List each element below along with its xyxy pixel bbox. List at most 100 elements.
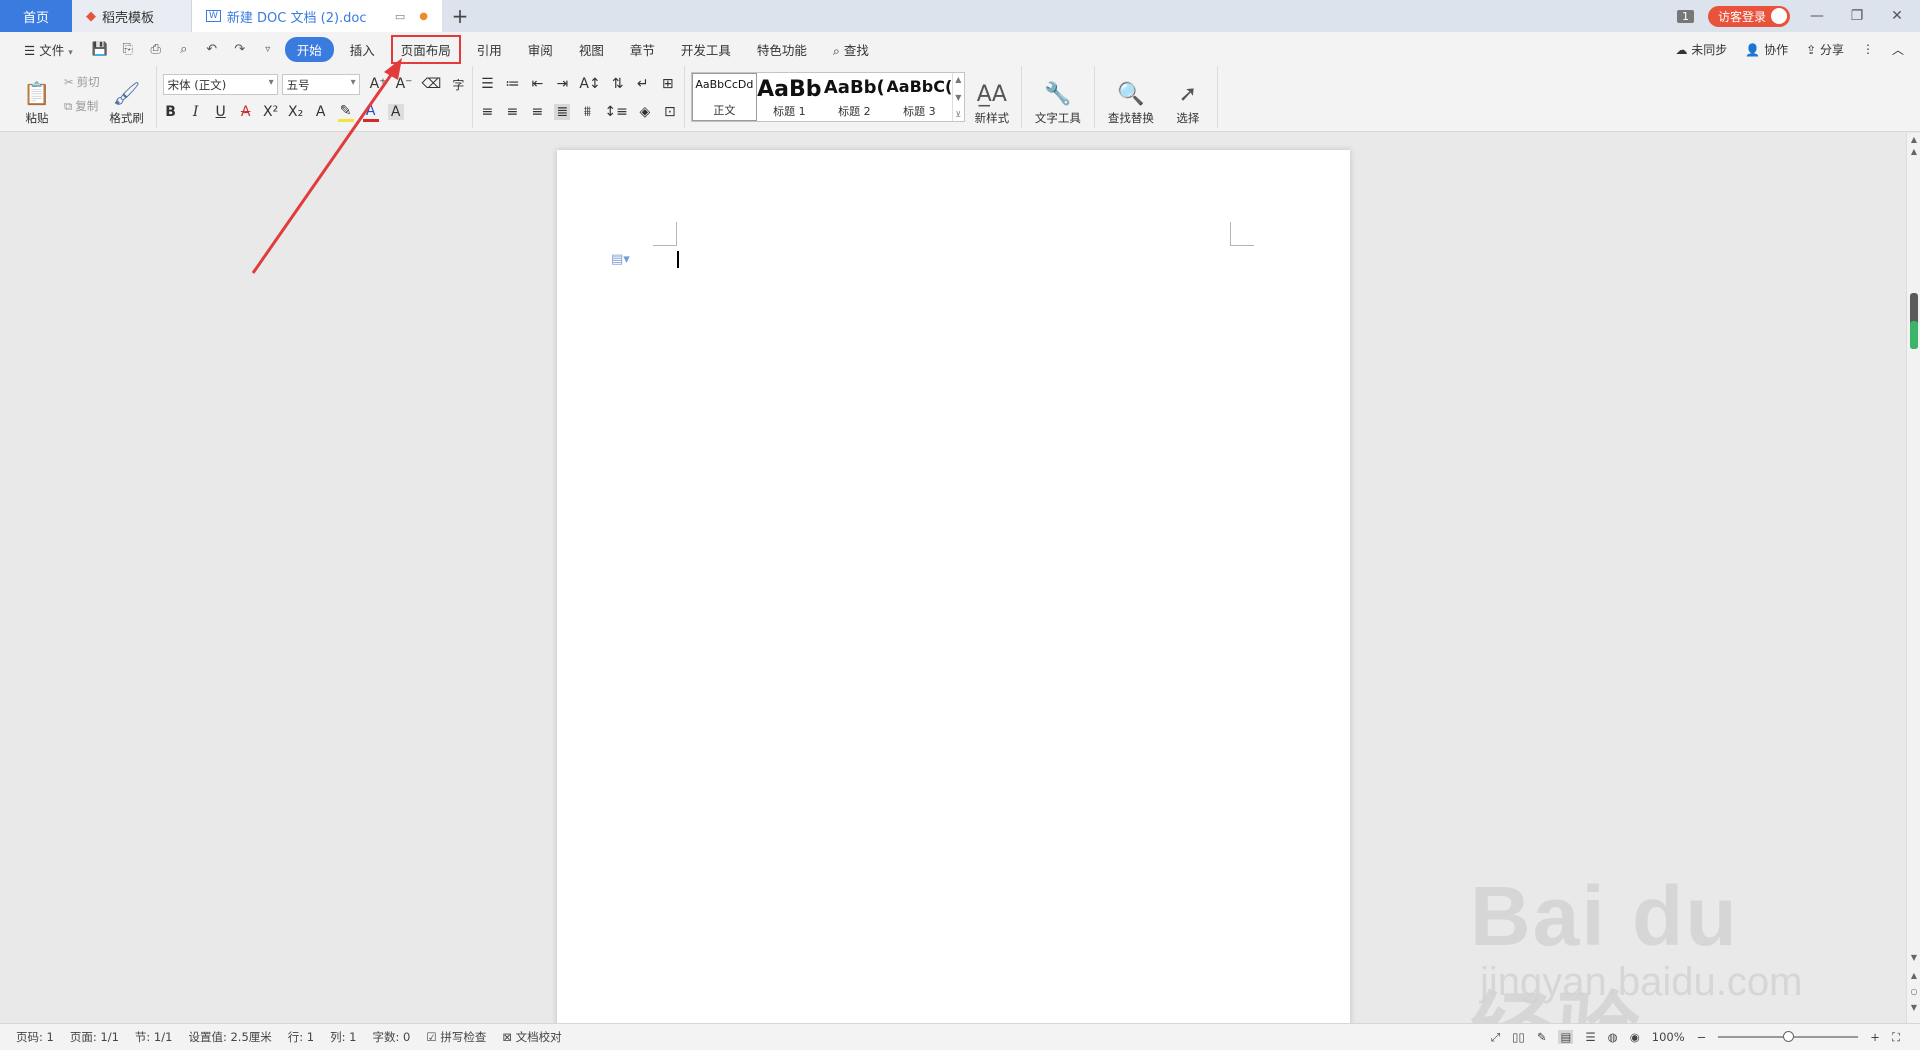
shrink-font-icon[interactable]: A⁻ [396, 76, 413, 92]
tab-view[interactable]: 视图 [569, 37, 614, 62]
highlight-icon[interactable]: ✎ [337, 103, 354, 122]
document-page[interactable]: ▤▾ [557, 150, 1350, 1030]
find-replace-button[interactable]: 🔍 查找替换 [1101, 68, 1161, 126]
status-page-number[interactable]: 页码: 1 [8, 1029, 62, 1045]
format-painter-button[interactable]: 🖌 格式刷 [104, 68, 150, 126]
monitor-icon[interactable]: ▭ [395, 10, 405, 23]
bold-icon[interactable]: B [163, 104, 179, 120]
tab-special-features[interactable]: 特色功能 [747, 37, 817, 62]
strikethrough-icon[interactable]: A [238, 104, 254, 120]
line-spacing-icon[interactable]: ↕≡ [604, 104, 627, 120]
text-tools-button[interactable]: 🔧 文字工具 [1028, 68, 1088, 126]
sort-icon[interactable]: ⇅ [610, 76, 626, 92]
numbered-list-icon[interactable]: ≔ [504, 76, 520, 92]
new-tab-button[interactable]: + [442, 0, 478, 32]
tab-chapter[interactable]: 章节 [620, 37, 665, 62]
style-normal[interactable]: AaBbCcDd 正文 [691, 73, 757, 121]
zoom-slider-thumb[interactable] [1783, 1031, 1795, 1042]
window-count-badge[interactable]: 1 [1676, 9, 1694, 23]
outline-view-icon[interactable]: ☰ [1585, 1030, 1595, 1044]
share-button[interactable]: ⇪ 分享 [1806, 41, 1844, 58]
print-preview-icon[interactable]: ⌕ [173, 42, 195, 57]
vertical-scrollbar[interactable]: ▲ ▲ ▼ ▲ ○ ▼ [1906, 133, 1920, 1023]
chevron-down-icon[interactable]: ▼ [955, 93, 961, 102]
scroll-down-icon[interactable]: ▼ [1907, 953, 1920, 962]
font-color-icon[interactable]: A [362, 103, 379, 122]
minimize-button[interactable]: — [1804, 8, 1830, 24]
align-right-icon[interactable]: ≡ [529, 104, 545, 120]
page-up-icon[interactable]: ▲ [1907, 147, 1920, 156]
save-icon[interactable]: 💾 [89, 42, 111, 57]
collab-button[interactable]: 👤 协作 [1745, 41, 1788, 58]
spell-check-button[interactable]: ☑ 拼写检查 [418, 1029, 494, 1045]
tab-templates[interactable]: ◆ 稻壳模板 [72, 0, 192, 32]
char-shading-icon[interactable]: A [387, 104, 404, 120]
zoom-out-icon[interactable]: − [1697, 1030, 1707, 1044]
new-style-button[interactable]: A̲A 新样式 [969, 68, 1015, 126]
edit-mode-icon[interactable]: ✎ [1537, 1030, 1547, 1044]
text-effect-icon[interactable]: A [313, 104, 329, 120]
distributed-icon[interactable]: ⩩ [579, 104, 595, 120]
file-menu[interactable]: ☰ 文件 ▾ [14, 37, 83, 62]
grow-font-icon[interactable]: A⁺ [370, 76, 387, 92]
paragraph-options-icon[interactable]: ▤▾ [611, 252, 630, 267]
tab-references[interactable]: 引用 [467, 37, 512, 62]
status-column[interactable]: 列: 1 [322, 1029, 364, 1045]
text-direction-icon[interactable]: A↕ [579, 76, 600, 92]
tab-document[interactable]: W 新建 DOC 文档 (2).doc ▭ ● [192, 0, 442, 32]
redo-icon[interactable]: ↷ [229, 42, 251, 57]
subscript-icon[interactable]: X₂ [288, 104, 304, 120]
more-icon[interactable]: ⋮ [1862, 42, 1874, 56]
status-section[interactable]: 节: 1/1 [127, 1029, 181, 1045]
superscript-icon[interactable]: X² [263, 104, 279, 120]
search-button[interactable]: ⌕ 查找 [823, 37, 879, 62]
sync-button[interactable]: ☁ 未同步 [1675, 41, 1727, 58]
chevron-up-icon[interactable]: ▲ [955, 75, 961, 84]
close-button[interactable]: ✕ [1884, 8, 1910, 24]
tab-page-layout[interactable]: 页面布局 [390, 34, 461, 64]
reading-mode-icon[interactable]: ▯▯ [1512, 1030, 1525, 1044]
line-break-icon[interactable]: ↵ [635, 76, 651, 92]
underline-icon[interactable]: U [213, 104, 229, 120]
fit-window-icon[interactable]: ⛶ [1892, 1030, 1900, 1045]
fullscreen-icon[interactable]: ⤢ [1491, 1030, 1500, 1045]
prev-page-icon[interactable]: ▲ [1907, 971, 1920, 980]
scroll-up-icon[interactable]: ▲ [1907, 135, 1920, 144]
justify-icon[interactable]: ≣ [554, 104, 571, 120]
paste-button[interactable]: 📋 粘贴 [14, 68, 60, 126]
tab-insert[interactable]: 插入 [340, 37, 385, 62]
print-icon[interactable]: ⎙ [145, 42, 167, 57]
status-row[interactable]: 行: 1 [280, 1029, 322, 1045]
status-pages[interactable]: 页面: 1/1 [62, 1029, 127, 1045]
web-view-icon[interactable]: ◍ [1608, 1030, 1618, 1044]
cut-button[interactable]: ✂ 剪切 [64, 74, 100, 90]
zoom-in-icon[interactable]: + [1870, 1030, 1880, 1044]
bullet-list-icon[interactable]: ☰ [479, 76, 495, 92]
copy-button[interactable]: ⧉ 复制 [64, 98, 100, 114]
increase-indent-icon[interactable]: ⇥ [554, 76, 570, 92]
undo-icon[interactable]: ↶ [201, 42, 223, 57]
collapse-ribbon-icon[interactable]: ︿ [1892, 41, 1904, 58]
shading-icon[interactable]: ◈ [637, 104, 653, 120]
output-icon[interactable]: ⎘ [117, 42, 139, 57]
tab-home[interactable]: 首页 [0, 0, 72, 32]
eraser-icon[interactable]: ⌫ [422, 76, 442, 92]
eye-protection-icon[interactable]: ◉ [1630, 1030, 1640, 1044]
expand-icon[interactable]: ⊻ [955, 110, 961, 119]
align-left-icon[interactable]: ≡ [479, 104, 495, 120]
align-center-icon[interactable]: ≡ [504, 104, 520, 120]
style-heading-3[interactable]: AaBbC( 标题 3 [887, 73, 952, 121]
visitor-login-button[interactable]: 访客登录 [1707, 5, 1790, 27]
page-view-icon[interactable]: ▤ [1558, 1030, 1574, 1044]
italic-icon[interactable]: I [188, 104, 204, 120]
customize-dropdown-icon[interactable]: ▿ [257, 44, 279, 55]
decrease-indent-icon[interactable]: ⇤ [529, 76, 545, 92]
zoom-level[interactable]: 100% [1652, 1030, 1685, 1044]
font-name-select[interactable]: 宋体 (正文) [162, 73, 278, 95]
select-button[interactable]: ➚ 选择 [1165, 68, 1211, 126]
browse-object-icon[interactable]: ○ [1907, 987, 1920, 996]
style-heading-1[interactable]: AaBb 标题 1 [757, 73, 822, 121]
status-word-count[interactable]: 字数: 0 [365, 1029, 419, 1045]
style-heading-2[interactable]: AaBb( 标题 2 [822, 73, 887, 121]
next-page-icon[interactable]: ▼ [1907, 1003, 1920, 1012]
